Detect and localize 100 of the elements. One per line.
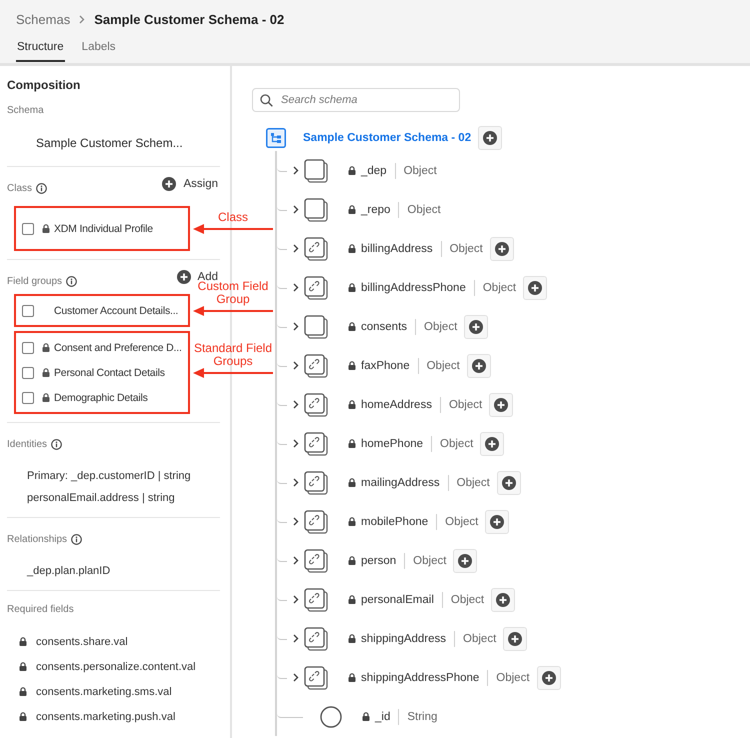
relationship-field: _dep.plan.planID <box>27 565 220 577</box>
expand-chevron-icon[interactable] <box>293 556 299 565</box>
field-type: Object <box>496 672 530 684</box>
checkbox[interactable] <box>22 392 34 404</box>
field-type: Object <box>407 204 441 216</box>
field-type: Object <box>413 554 446 566</box>
lock-icon <box>19 687 27 696</box>
add-field-button[interactable] <box>490 236 514 260</box>
field-group-name[interactable]: Consent and Preference D... <box>54 342 182 354</box>
tab[interactable]: Structure <box>16 41 65 62</box>
field-name[interactable]: billingAddressPhone <box>361 282 466 294</box>
linked-object-icon <box>304 510 328 534</box>
add-field-button[interactable] <box>466 354 491 378</box>
add-field-button[interactable] <box>464 314 488 338</box>
field-name[interactable]: _id <box>375 710 390 722</box>
linked-object-icon <box>304 392 328 416</box>
expand-chevron-icon[interactable] <box>293 634 299 643</box>
field-name[interactable]: faxPhone <box>361 360 410 372</box>
field-group-name[interactable]: Customer Account Details... <box>54 304 178 316</box>
breadcrumb-link[interactable]: Schemas <box>16 12 70 26</box>
expand-chevron-icon[interactable] <box>293 478 299 487</box>
field-name[interactable]: _dep <box>361 164 387 176</box>
lock-icon <box>348 556 356 565</box>
add-field-button[interactable] <box>478 126 502 150</box>
linked-object-icon <box>304 588 328 612</box>
linked-object-icon <box>304 626 328 650</box>
field-type: Object <box>463 632 496 644</box>
expand-chevron-icon[interactable] <box>293 517 299 526</box>
field-name[interactable]: person <box>361 554 396 566</box>
field-type: Object <box>440 438 474 450</box>
add-field-button[interactable] <box>523 276 548 300</box>
required-field: consents.personalize.content.val <box>36 660 196 672</box>
tab[interactable]: Labels <box>80 41 117 62</box>
schema-root-name[interactable]: Sample Customer Schema - 02 <box>303 132 472 144</box>
object-icon <box>304 158 328 182</box>
lock-icon <box>348 166 356 175</box>
linked-object-icon <box>304 432 328 456</box>
field-type: Object <box>445 516 478 528</box>
plus-icon <box>502 476 516 490</box>
plus-icon <box>542 670 556 684</box>
checkbox[interactable] <box>22 304 34 316</box>
expand-chevron-icon[interactable] <box>293 361 299 370</box>
plus-icon <box>490 514 504 528</box>
expand-chevron-icon[interactable] <box>293 244 299 253</box>
checkbox[interactable] <box>22 342 34 354</box>
lock-icon <box>348 322 356 331</box>
expand-chevron-icon[interactable] <box>293 283 299 292</box>
add-field-button[interactable] <box>480 432 504 456</box>
class-name[interactable]: XDM Individual Profile <box>54 222 153 234</box>
required-field: consents.marketing.sms.val <box>36 686 172 698</box>
info-icon[interactable] <box>66 276 78 286</box>
section-label: Required fields <box>7 604 75 615</box>
add-field-button[interactable] <box>496 470 521 494</box>
add-field-button[interactable] <box>485 510 510 534</box>
field-type: String <box>407 710 438 722</box>
callout-label: Custom Field Group <box>196 280 270 306</box>
expand-chevron-icon[interactable] <box>293 400 299 409</box>
linked-object-icon <box>304 548 328 572</box>
info-icon[interactable] <box>51 438 62 450</box>
expand-chevron-icon[interactable] <box>293 166 299 175</box>
expand-chevron-icon[interactable] <box>293 205 299 214</box>
field-name[interactable]: homeAddress <box>361 398 432 410</box>
add-field-button[interactable] <box>453 548 478 572</box>
field-name[interactable]: shippingAddressPhone <box>361 672 480 684</box>
section-label: Field groups <box>7 276 62 286</box>
field-group-name[interactable]: Personal Contact Details <box>54 366 165 378</box>
field-name[interactable]: consents <box>361 320 408 332</box>
schema-name[interactable]: Sample Customer Schem... <box>7 116 220 158</box>
checkbox[interactable] <box>22 222 34 234</box>
expand-chevron-icon[interactable] <box>293 595 299 604</box>
add-field-button[interactable] <box>503 626 528 650</box>
field-name[interactable]: personalEmail <box>361 594 434 606</box>
add-field-button[interactable] <box>491 588 516 612</box>
field-type: Object <box>456 476 490 488</box>
field-group-name[interactable]: Demographic Details <box>54 392 148 404</box>
field-name[interactable]: shippingAddress <box>361 632 446 644</box>
assign-button[interactable]: Assign <box>162 177 220 191</box>
identity-field: Primary: _dep.customerID | string <box>27 470 220 482</box>
add-field-button[interactable] <box>489 392 514 416</box>
expand-chevron-icon[interactable] <box>293 673 299 682</box>
field-name[interactable]: _repo <box>361 204 390 216</box>
expand-chevron-icon[interactable] <box>293 439 299 448</box>
plus-icon <box>458 554 472 568</box>
info-icon[interactable] <box>36 182 48 194</box>
checkbox[interactable] <box>22 366 34 378</box>
lock-icon <box>19 637 27 646</box>
search-field[interactable]: Search schema <box>252 88 460 112</box>
plus-icon <box>528 280 542 294</box>
field-type: Object <box>450 594 484 606</box>
linked-object-icon <box>304 354 328 378</box>
required-field: consents.marketing.push.val <box>36 710 176 722</box>
field-name[interactable]: mobilePhone <box>361 516 428 528</box>
field-name[interactable]: mailingAddress <box>361 476 440 488</box>
linked-object-icon <box>304 470 328 494</box>
field-name[interactable]: billingAddress <box>361 242 433 254</box>
expand-chevron-icon[interactable] <box>293 322 299 331</box>
field-name[interactable]: homePhone <box>361 438 424 450</box>
info-icon[interactable] <box>71 534 82 544</box>
add-field-button[interactable] <box>536 666 561 690</box>
lock-icon <box>348 205 356 214</box>
